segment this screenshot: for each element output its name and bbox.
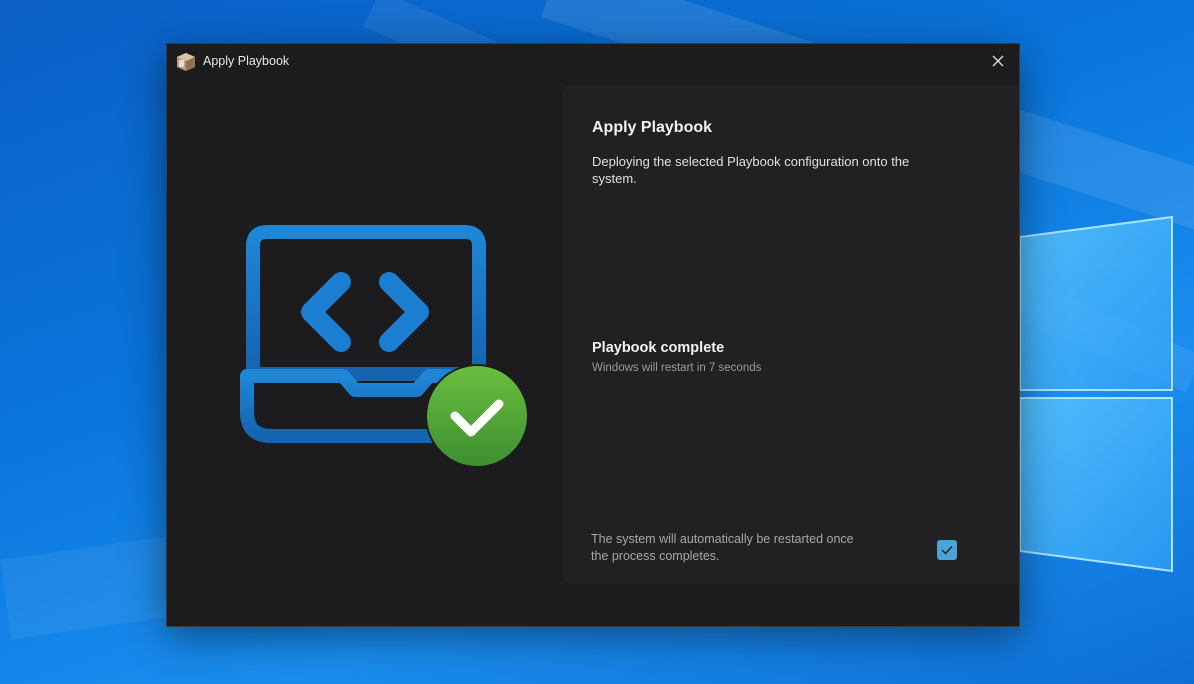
status-subtitle: Windows will restart in 7 seconds [592,362,762,374]
status-title: Playbook complete [592,340,725,356]
auto-restart-checkbox[interactable] [937,540,957,560]
content-panel: Apply Playbook Deploying the selected Pl… [563,85,1019,584]
package-box-icon [177,53,195,71]
windows-logo-icon [1020,215,1173,573]
checkmark-icon [941,546,953,555]
apply-playbook-dialog: Apply Playbook Apply Playbook Deploying … [166,43,1020,627]
title-bar: Apply Playbook [167,44,1019,78]
restart-note: The system will automatically be restart… [591,532,854,563]
checkmark-circle-icon [425,364,529,468]
close-button[interactable] [985,48,1011,74]
panel-description: Deploying the selected Playbook configur… [592,154,910,186]
close-icon [992,55,1004,67]
panel-title: Apply Playbook [592,119,713,136]
laptop-code-illustration [240,225,529,468]
window-title: Apply Playbook [203,54,290,68]
